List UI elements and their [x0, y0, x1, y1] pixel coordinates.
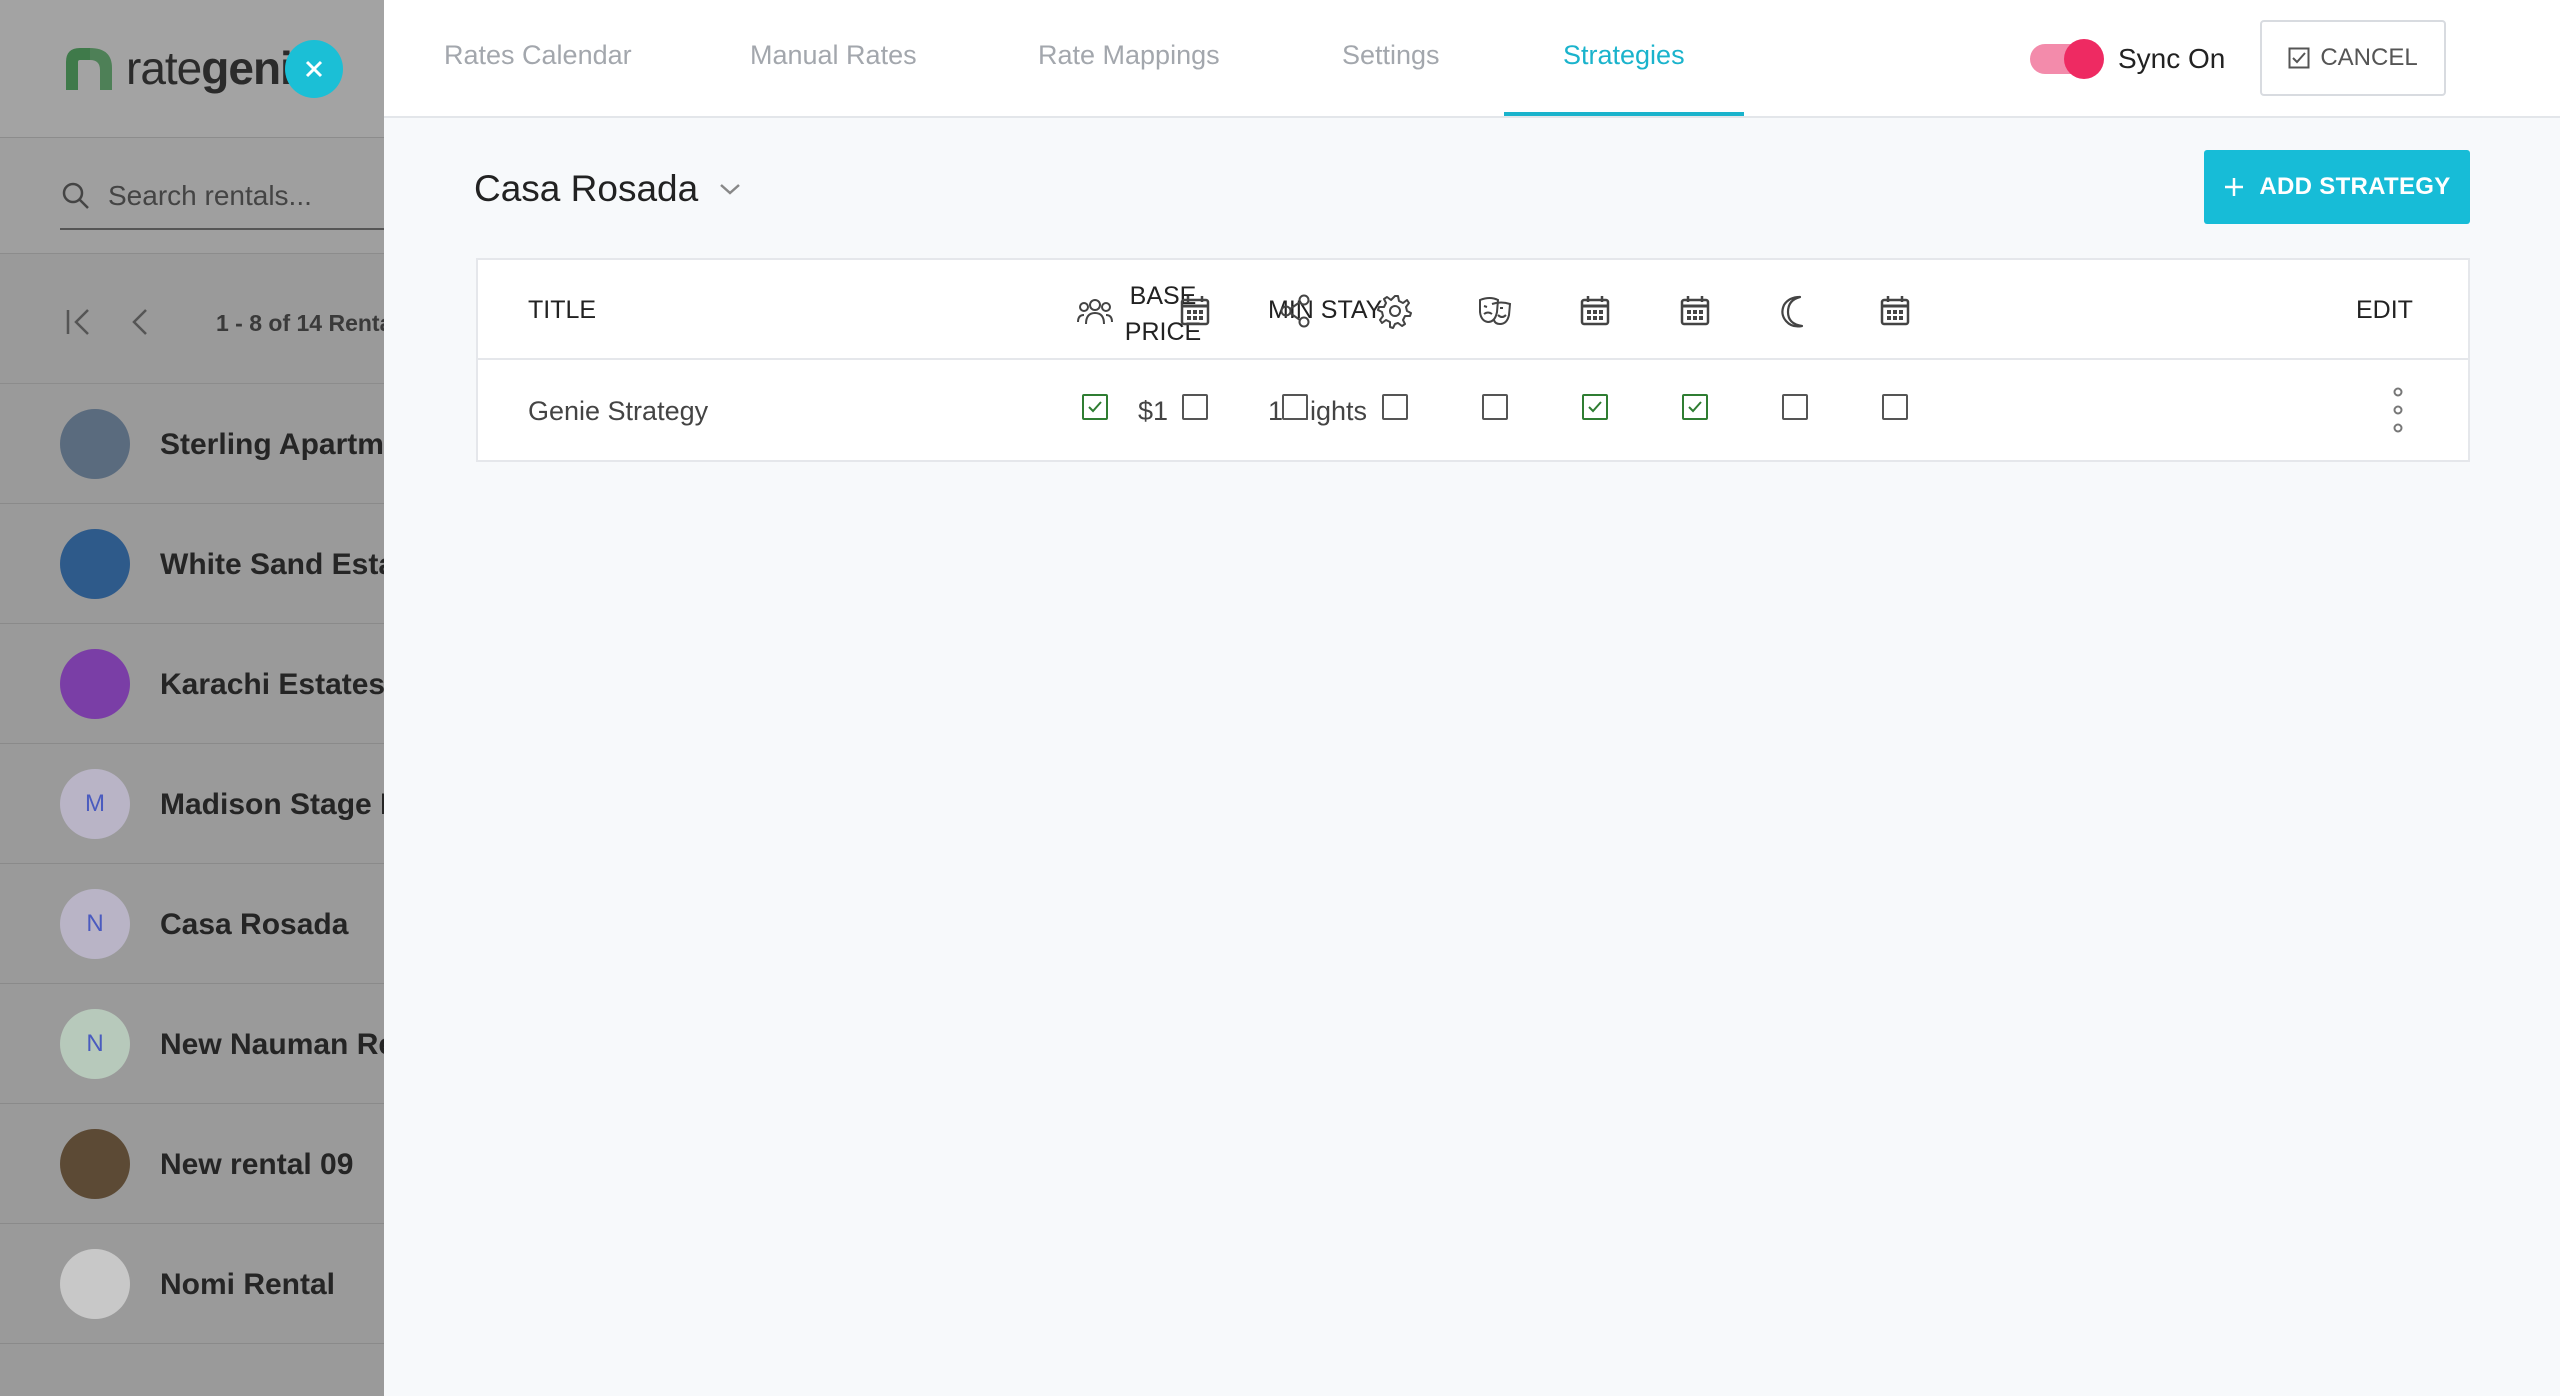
strategy-flag-checkbox[interactable] — [1082, 394, 1108, 420]
header-title: TITLE — [528, 296, 597, 324]
plus-icon — [2225, 178, 2244, 196]
strategy-flag-checkbox[interactable] — [1182, 394, 1208, 420]
rental-avatar: N — [60, 889, 130, 959]
rental-name: New Nauman Rentals — [160, 1028, 390, 1061]
header-edit: EDIT — [2356, 296, 2413, 324]
rental-list-item[interactable]: New rental 09 — [0, 1104, 390, 1224]
calendar-icon — [1180, 296, 1210, 326]
more-options-icon[interactable] — [2388, 386, 2408, 434]
theater-masks-icon — [1479, 297, 1512, 326]
share-icon — [1280, 294, 1310, 328]
rental-list-item[interactable]: Sterling Apartments — [0, 384, 390, 504]
cancel-button[interactable]: CANCEL — [2260, 20, 2446, 96]
table-row: Genie Strategy $1 1 Nights — [478, 360, 2468, 460]
strategy-title: Genie Strategy — [528, 396, 709, 426]
table-header: TITLE BASE PRICE MIN STAY EDIT — [478, 260, 2468, 360]
close-icon — [305, 60, 323, 78]
gear-icon — [1377, 295, 1412, 329]
strategies-table: TITLE BASE PRICE MIN STAY EDIT Genie Stra… — [476, 258, 2470, 462]
search-icon — [62, 182, 89, 209]
calendar-icon — [1880, 296, 1910, 326]
rental-list-item[interactable]: M Madison Stage Rentals — [0, 744, 390, 864]
rental-avatar — [60, 409, 130, 479]
close-panel-button[interactable] — [285, 40, 343, 98]
rental-list-item[interactable]: N New Nauman Rentals — [0, 984, 390, 1104]
strategy-flag-checkbox[interactable] — [1482, 394, 1508, 420]
strategy-flag-checkbox[interactable] — [1682, 394, 1708, 420]
sync-toggle[interactable] — [2030, 39, 2104, 79]
logo-mark-icon — [66, 48, 112, 90]
strategy-flag-checkbox[interactable] — [1382, 394, 1408, 420]
rentals-sidebar: rategeni 1 - 8 of 14 Rentals Sterling Ap… — [0, 0, 390, 1396]
rental-avatar: M — [60, 769, 130, 839]
pager: 1 - 8 of 14 Rentals — [0, 254, 390, 384]
first-page-icon[interactable] — [62, 304, 98, 340]
property-selector[interactable]: Casa Rosada — [474, 168, 742, 210]
rental-name: New rental 09 — [160, 1148, 354, 1181]
rental-name: White Sand Estates — [160, 548, 390, 581]
search-bar — [0, 138, 390, 254]
search-input[interactable] — [108, 174, 388, 218]
add-strategy-label: ADD STRATEGY — [2259, 173, 2451, 200]
moon-icon — [1781, 295, 1804, 328]
sync-label: Sync On — [2118, 43, 2226, 74]
tab-strategies[interactable]: Strategies — [1563, 40, 1685, 71]
guests-icon — [1077, 299, 1113, 325]
rental-avatar: N — [60, 1009, 130, 1079]
app-logo: rategeni — [60, 40, 293, 96]
rental-list: Sterling Apartments White Sand Estates Kar… — [0, 384, 390, 1344]
rental-name: Madison Stage Rentals — [160, 788, 390, 821]
calendar-icon — [1680, 296, 1710, 326]
active-tab-indicator — [1504, 112, 1744, 116]
rental-avatar — [60, 529, 130, 599]
rental-avatar — [60, 1129, 130, 1199]
cancel-label: CANCEL — [2320, 44, 2418, 71]
add-strategy-button[interactable]: ADD STRATEGY — [2204, 150, 2470, 224]
rental-avatar — [60, 649, 130, 719]
strategy-base-price: $1 — [1138, 396, 1169, 426]
property-name: Casa Rosada — [474, 168, 699, 209]
tab-settings[interactable]: Settings — [1342, 40, 1440, 71]
tab-bar: Rates Calendar Manual Rates Rate Mapping… — [384, 0, 2560, 118]
chevron-down-icon — [720, 184, 741, 195]
strategies-panel: Rates Calendar Manual Rates Rate Mapping… — [384, 0, 2560, 1396]
rental-list-item[interactable]: Karachi Estates Rentals — [0, 624, 390, 744]
rental-list-item[interactable]: Nomi Rental — [0, 1224, 390, 1344]
rental-name: Karachi Estates Rentals — [160, 668, 390, 701]
strategy-flag-checkbox[interactable] — [1582, 394, 1608, 420]
tab-manual-rates[interactable]: Manual Rates — [750, 40, 917, 71]
rental-name: Nomi Rental — [160, 1268, 336, 1301]
rental-list-item[interactable]: White Sand Estates — [0, 504, 390, 624]
strategy-flag-checkbox[interactable] — [1282, 394, 1308, 420]
strategy-flag-checkbox[interactable] — [1882, 394, 1908, 420]
tab-rate-mappings[interactable]: Rate Mappings — [1038, 40, 1220, 71]
strategy-flag-checkbox[interactable] — [1782, 394, 1808, 420]
sync-toggle-knob — [2064, 39, 2104, 79]
logo-text: rategeni — [126, 42, 293, 94]
tab-rates-calendar[interactable]: Rates Calendar — [444, 40, 632, 71]
prev-page-icon[interactable] — [128, 304, 154, 340]
checkbox-icon — [2288, 47, 2310, 69]
rental-avatar — [60, 1249, 130, 1319]
pager-info: 1 - 8 of 14 Rentals — [216, 310, 390, 336]
rental-name: Casa Rosada — [160, 908, 349, 941]
calendar-icon — [1580, 296, 1610, 326]
search-underline — [60, 228, 390, 230]
rental-list-item[interactable]: N Casa Rosada — [0, 864, 390, 984]
rental-name: Sterling Apartments — [160, 428, 390, 461]
